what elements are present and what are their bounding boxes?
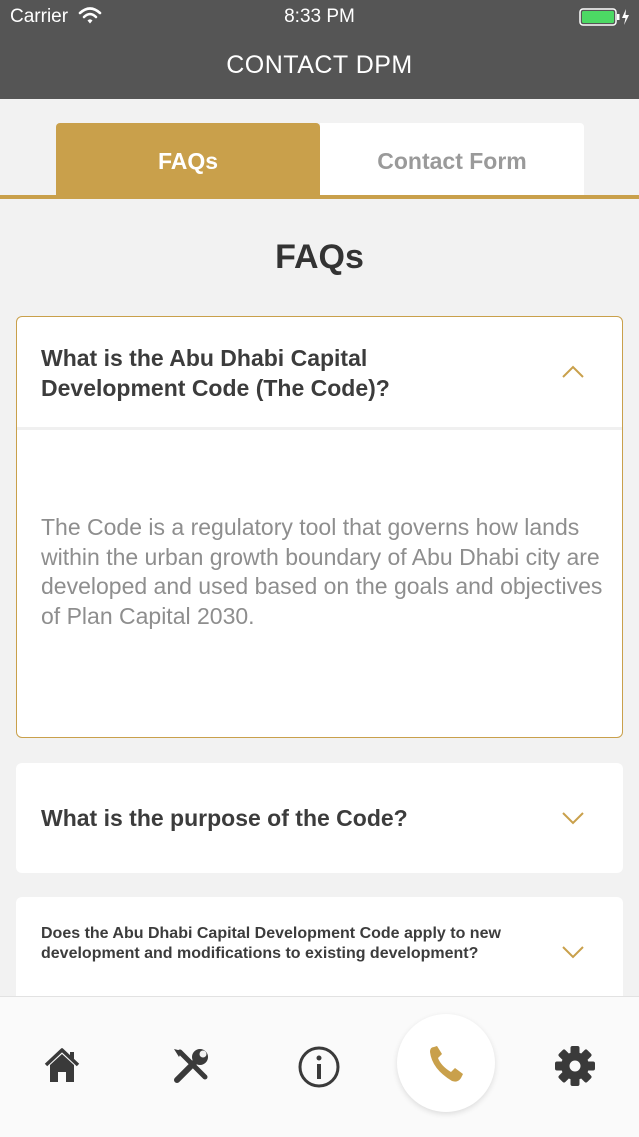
faq-question[interactable]: Does the Abu Dhabi Capital Development C… <box>41 924 511 964</box>
home-icon[interactable] <box>43 1046 81 1084</box>
status-time: 8:33 PM <box>284 6 355 27</box>
tab-faqs[interactable]: FAQs <box>56 123 320 196</box>
page-title: CONTACT DPM <box>226 51 413 79</box>
tools-icon[interactable] <box>171 1046 211 1086</box>
faq-item-expanded: What is the Abu Dhabi Capital Developmen… <box>16 316 623 738</box>
battery-icon <box>579 8 629 26</box>
faq-divider <box>17 427 622 430</box>
faq-answer: The Code is a regulatory tool that gover… <box>41 514 603 629</box>
tab-contact-form[interactable]: Contact Form <box>320 123 584 196</box>
chevron-down-icon[interactable] <box>561 811 585 825</box>
top-bar: Carrier 8:33 PM CONTACT DPM <box>0 0 639 99</box>
section-title: FAQs <box>275 238 364 276</box>
chevron-up-icon[interactable] <box>561 365 585 379</box>
info-icon[interactable] <box>297 1045 341 1089</box>
tab-underline <box>0 195 639 199</box>
status-bar: Carrier 8:33 PM <box>0 0 639 34</box>
phone-icon[interactable] <box>426 1043 468 1085</box>
tab-group: FAQs Contact Form <box>56 123 584 196</box>
faq-question[interactable]: What is the Abu Dhabi Capital Developmen… <box>41 343 511 403</box>
chevron-down-icon[interactable] <box>561 945 585 959</box>
faq-item[interactable]: What is the purpose of the Code? <box>16 763 623 873</box>
gear-icon[interactable] <box>554 1045 596 1087</box>
faq-question[interactable]: What is the purpose of the Code? <box>41 805 408 832</box>
